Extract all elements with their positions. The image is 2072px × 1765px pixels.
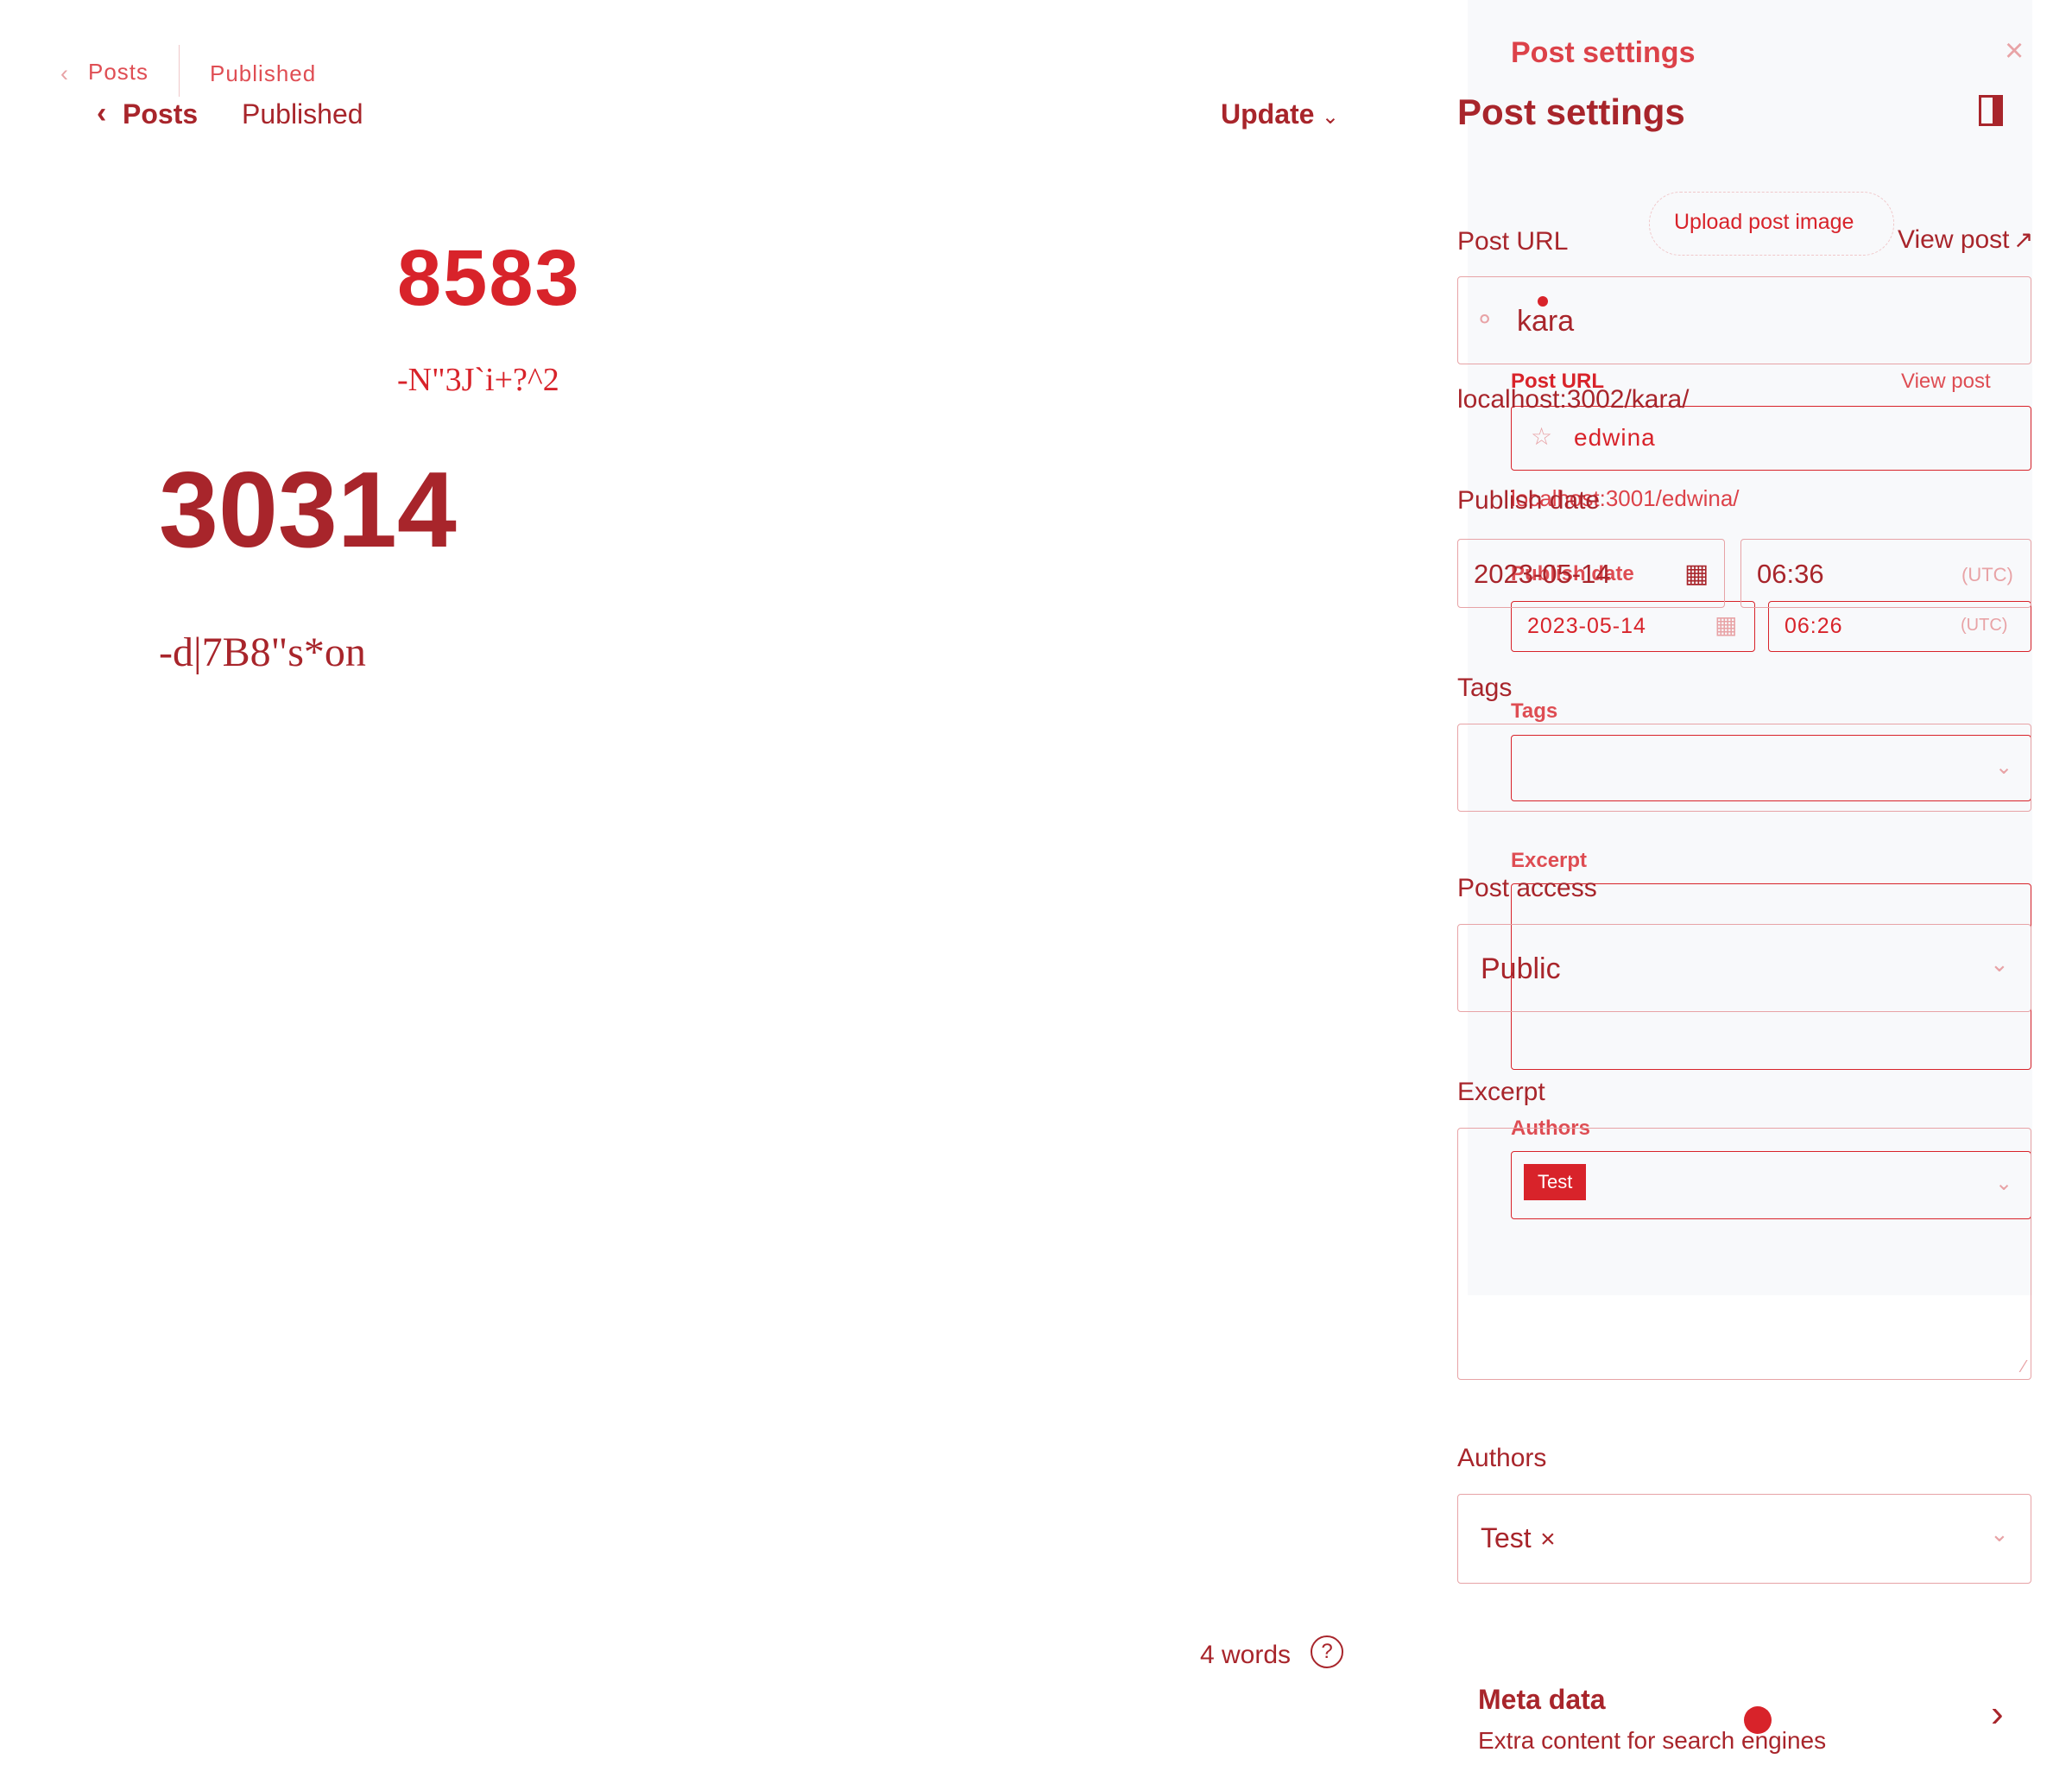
tz-label: (UTC) — [1961, 564, 2013, 585]
authors-input[interactable]: Test × ⌄ — [1457, 1494, 2031, 1584]
update-button[interactable]: Update ⌄ — [1221, 98, 1339, 130]
upload-image-button[interactable]: Upload post image — [1649, 192, 1894, 256]
globe-icon — [1744, 1706, 1772, 1734]
post-title[interactable]: 30314 — [159, 449, 457, 572]
authors-chevron-down-icon: ⌄ — [1990, 1521, 2009, 1547]
chevron-left-icon[interactable]: ‹ — [97, 97, 106, 130]
post-url-label: Post URL — [1457, 227, 1569, 256]
post-access-value: Public — [1481, 952, 1561, 985]
chevron-right-icon: › — [1991, 1692, 2004, 1735]
authors-label: Authors — [1457, 1444, 1547, 1472]
ghost-time-field[interactable]: 06:26 (UTC) — [1768, 601, 2031, 652]
panel-title: Post settings — [1457, 92, 1685, 132]
ghost-post-body: -N"3J`i+?^2 — [397, 362, 559, 398]
ghost-post-title: 8583 — [397, 234, 581, 322]
cursor-marker-icon — [1538, 296, 1548, 307]
ghost-close-icon[interactable]: × — [2005, 33, 2024, 70]
view-post-link[interactable]: View post ↗ — [1898, 225, 2033, 255]
update-chevron-down-icon: ⌄ — [1321, 105, 1340, 129]
sidebar-toggle-icon[interactable] — [1979, 95, 2003, 126]
ghost-nav-divider — [179, 45, 180, 97]
meta-data-row[interactable]: Meta data Extra content for search engin… — [1478, 1684, 2031, 1762]
help-icon[interactable]: ? — [1311, 1635, 1343, 1668]
ghost-panel-title: Post settings — [1511, 36, 1696, 69]
date-value: 2023-05-14 — [1474, 559, 1611, 589]
publish-date-label: Publish date — [1457, 486, 1601, 515]
access-chevron-down-icon: ⌄ — [1990, 951, 2009, 977]
ghost-calendar-icon[interactable]: ▦ — [1715, 610, 1737, 639]
post-body[interactable]: -d|7B8"s*on — [159, 629, 366, 676]
status-label: Published — [242, 98, 363, 130]
word-count: 4 words — [1200, 1641, 1292, 1669]
ghost-status-label: Published — [210, 60, 317, 86]
url-preview: localhost:3002/kara/ — [1457, 385, 1690, 414]
time-value: 06:36 — [1757, 559, 1824, 589]
slug-value: kara — [1517, 305, 1575, 338]
meta-data-title: Meta data — [1478, 1684, 1606, 1715]
date-field[interactable]: 2023-05-14 ▦ — [1457, 539, 1725, 608]
ghost-time-value: 06:26 — [1785, 614, 1843, 638]
ghost-chevron-left-icon: ‹ — [60, 60, 68, 86]
update-button-label: Update — [1221, 98, 1315, 130]
ghost-tags-label: Tags — [1511, 699, 1558, 723]
posts-back-link[interactable]: Posts — [123, 98, 198, 130]
ghost-tz-label: (UTC) — [1961, 616, 2008, 635]
ghost-slug-value: edwina — [1574, 424, 1656, 451]
author-chip[interactable]: Test × — [1481, 1522, 1556, 1554]
ghost-view-post-link[interactable]: View post — [1901, 370, 1991, 394]
slug-field[interactable]: ∘ kara — [1457, 276, 2031, 364]
resize-handle-icon[interactable]: ⁄ — [2023, 1357, 2025, 1377]
ghost-link-icon: ☆ — [1531, 423, 1553, 450]
ghost-slug-field[interactable]: ☆ edwina — [1511, 406, 2031, 471]
tags-label: Tags — [1457, 674, 1513, 702]
time-field[interactable]: 06:36 (UTC) — [1740, 539, 2031, 608]
ghost-posts-link[interactable]: Posts — [88, 59, 148, 85]
author-chip-label: Test — [1481, 1522, 1532, 1553]
remove-author-icon[interactable]: × — [1540, 1525, 1556, 1553]
excerpt-textarea[interactable]: ⁄ — [1457, 1128, 2031, 1380]
ghost-date-value: 2023-05-14 — [1527, 614, 1646, 638]
post-access-label: Post access — [1457, 874, 1597, 902]
link-icon: ∘ — [1475, 302, 1494, 335]
post-access-select[interactable]: Public ⌄ — [1457, 924, 2031, 1012]
view-post-label: View post — [1898, 225, 2010, 254]
meta-data-description: Extra content for search engines — [1478, 1727, 1827, 1754]
upload-image-label: Upload post image — [1674, 210, 1854, 234]
ghost-excerpt-label: Excerpt — [1511, 849, 1588, 872]
tags-input[interactable] — [1457, 724, 2031, 812]
excerpt-label: Excerpt — [1457, 1078, 1545, 1106]
external-link-icon: ↗ — [2012, 226, 2034, 253]
calendar-icon[interactable]: ▦ — [1684, 559, 1709, 589]
ghost-date-field[interactable]: 2023-05-14 ▦ — [1511, 601, 1755, 652]
